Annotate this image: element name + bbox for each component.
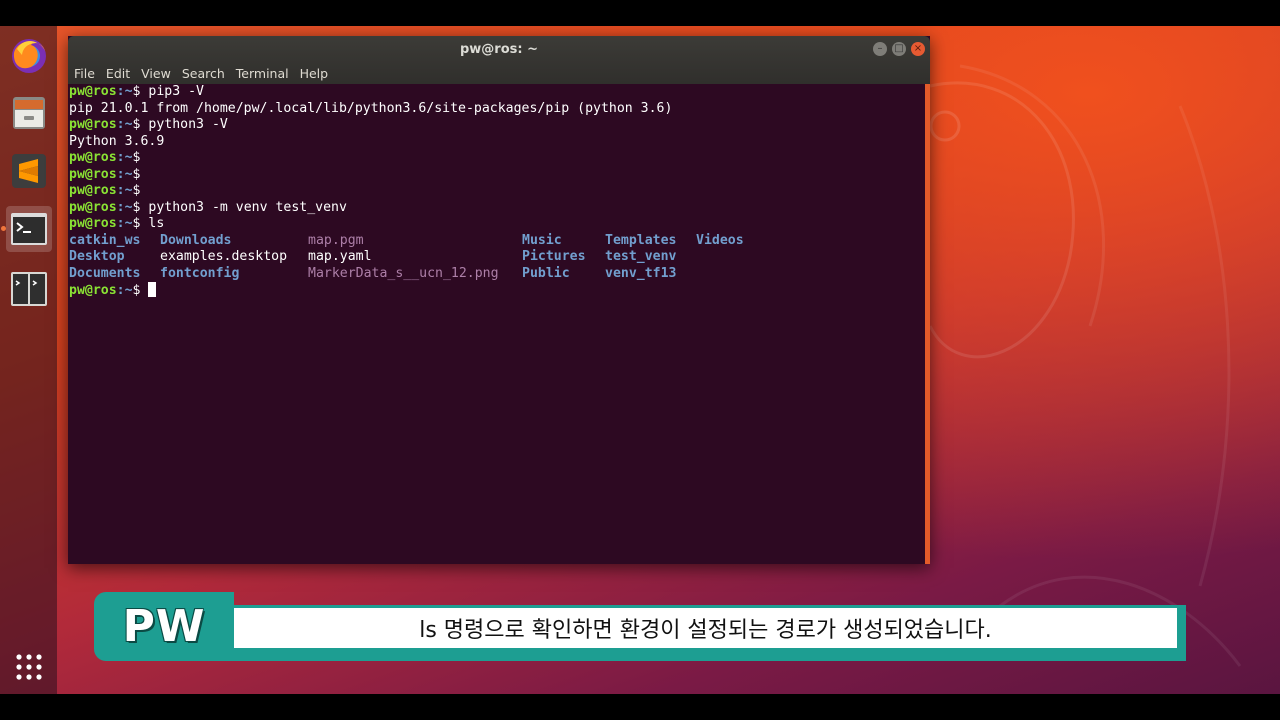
menu-file[interactable]: File bbox=[68, 64, 100, 84]
dock bbox=[0, 26, 57, 694]
prompt-path: :~ bbox=[116, 166, 133, 182]
ls-entry: catkin_ws bbox=[69, 232, 141, 248]
output-line: pip 21.0.1 from /home/pw/.local/lib/pyth… bbox=[69, 100, 673, 116]
ls-entry: Desktop bbox=[69, 249, 125, 264]
prompt-symbol: $ bbox=[132, 150, 141, 165]
minimize-button[interactable]: – bbox=[873, 42, 887, 56]
sublime-text-icon bbox=[12, 154, 46, 188]
command-line: pw@ros:~$ ls bbox=[69, 216, 925, 233]
ls-entry bbox=[696, 249, 776, 266]
files-launcher[interactable] bbox=[6, 90, 52, 136]
output-line: Python 3.6.9 bbox=[69, 133, 165, 149]
system-monitor-icon bbox=[11, 272, 47, 306]
ls-entry: Videos bbox=[696, 232, 744, 248]
firefox-icon bbox=[12, 39, 46, 73]
active-indicator bbox=[1, 226, 6, 231]
ls-entry: Documents bbox=[69, 265, 141, 281]
terminal-output[interactable]: pw@ros:~$ pip3 -V pip 21.0.1 from /home/p… bbox=[68, 84, 925, 564]
ls-entry: venv_tf13 bbox=[605, 265, 677, 281]
ls-entry: test_venv bbox=[605, 249, 677, 264]
prompt-user: pw@ros bbox=[69, 166, 117, 182]
prompt-path: :~ bbox=[116, 183, 133, 198]
speaker-tag: PW bbox=[94, 592, 234, 661]
command-text: python3 -m venv test_venv bbox=[140, 199, 347, 215]
menu-terminal[interactable]: Terminal bbox=[230, 64, 294, 84]
prompt-path: :~ bbox=[116, 150, 133, 165]
menu-edit[interactable]: Edit bbox=[100, 64, 135, 84]
command-line: pw@ros:~$ bbox=[69, 150, 925, 167]
menu-help[interactable]: Help bbox=[294, 64, 334, 84]
ls-output-row: Desktop examples.desktop map.yaml Pictures t… bbox=[69, 249, 925, 266]
command-line: pw@ros:~$ python3 -V bbox=[69, 117, 925, 134]
subtitle-caption: PW ls 명령으로 확인하면 환경이 설정되는 경로가 생성되었습니다. bbox=[94, 592, 1186, 662]
close-button[interactable]: × bbox=[911, 42, 925, 56]
terminal-window[interactable]: pw@ros: ~ – □ × File Edit View Search Te… bbox=[68, 36, 930, 564]
ls-entry: fontconfig bbox=[160, 265, 240, 281]
letterbox-bottom bbox=[0, 694, 1280, 720]
prompt-symbol: $ bbox=[132, 183, 141, 198]
text-cursor bbox=[148, 282, 157, 297]
ls-entry: examples.desktop bbox=[160, 249, 288, 264]
speaker-name: PW bbox=[122, 601, 206, 652]
system-monitor-launcher[interactable] bbox=[6, 266, 52, 312]
ls-entry: map.pgm bbox=[308, 232, 364, 248]
prompt-user: pw@ros bbox=[69, 183, 117, 198]
files-icon bbox=[13, 97, 45, 129]
show-apps-button[interactable] bbox=[6, 644, 52, 690]
prompt-path: :~ bbox=[116, 84, 133, 99]
ls-entry: Pictures bbox=[522, 249, 586, 264]
command-line: pw@ros:~$ pip3 -V bbox=[69, 84, 925, 101]
active-prompt-line[interactable]: pw@ros:~$ bbox=[69, 282, 925, 299]
terminal-scrollbar[interactable] bbox=[925, 84, 930, 564]
command-text: pip3 -V bbox=[140, 84, 205, 99]
prompt-path: :~ bbox=[116, 199, 133, 215]
prompt-path: :~ bbox=[116, 216, 133, 231]
prompt-user: pw@ros bbox=[69, 199, 117, 215]
prompt-user: pw@ros bbox=[69, 216, 117, 231]
ls-entry: Templates bbox=[605, 232, 677, 248]
sublime-text-launcher[interactable] bbox=[6, 148, 52, 194]
command-line: pw@ros:~$ python3 -m venv test_venv bbox=[69, 200, 925, 217]
prompt-user: pw@ros bbox=[69, 84, 117, 99]
ls-entry bbox=[696, 266, 776, 283]
prompt-path: :~ bbox=[116, 117, 133, 132]
ls-entry: MarkerData_s__ucn_12.png bbox=[308, 265, 499, 281]
firefox-launcher[interactable] bbox=[6, 32, 52, 78]
prompt-user: pw@ros bbox=[69, 117, 117, 132]
command-text: python3 -V bbox=[140, 117, 228, 132]
ls-entry: Music bbox=[522, 232, 562, 248]
menu-view[interactable]: View bbox=[135, 64, 176, 84]
menu-search[interactable]: Search bbox=[176, 64, 230, 84]
show-apps-icon bbox=[16, 654, 42, 680]
maximize-button[interactable]: □ bbox=[892, 42, 906, 56]
prompt-user: pw@ros bbox=[69, 150, 117, 165]
ls-entry: Public bbox=[522, 265, 570, 281]
window-title: pw@ros: ~ bbox=[459, 42, 538, 57]
caption-box: ls 명령으로 확인하면 환경이 설정되는 경로가 생성되었습니다. bbox=[234, 608, 1177, 648]
prompt-symbol: $ bbox=[132, 166, 141, 182]
prompt-spacer bbox=[140, 283, 148, 298]
terminal-launcher[interactable] bbox=[6, 206, 52, 252]
command-text: ls bbox=[140, 216, 165, 231]
prompt-path: :~ bbox=[116, 283, 133, 298]
caption-text: ls 명령으로 확인하면 환경이 설정되는 경로가 생성되었습니다. bbox=[419, 618, 992, 643]
ls-output-row: Documents fontconfig MarkerData_s__ucn_12.… bbox=[69, 266, 925, 283]
command-line: pw@ros:~$ bbox=[69, 167, 925, 184]
ls-entry: Downloads bbox=[160, 232, 232, 248]
prompt-user: pw@ros bbox=[69, 283, 117, 298]
menu-bar: File Edit View Search Terminal Help bbox=[68, 64, 333, 84]
terminal-icon bbox=[11, 213, 47, 245]
ls-entry: map.yaml bbox=[308, 249, 372, 264]
command-line: pw@ros:~$ bbox=[69, 183, 925, 200]
ls-output-row: catkin_ws Downloads map.pgm Music Templates V… bbox=[69, 233, 925, 250]
terminal-titlebar[interactable]: pw@ros: ~ – □ × File Edit View Search Te… bbox=[68, 36, 930, 84]
